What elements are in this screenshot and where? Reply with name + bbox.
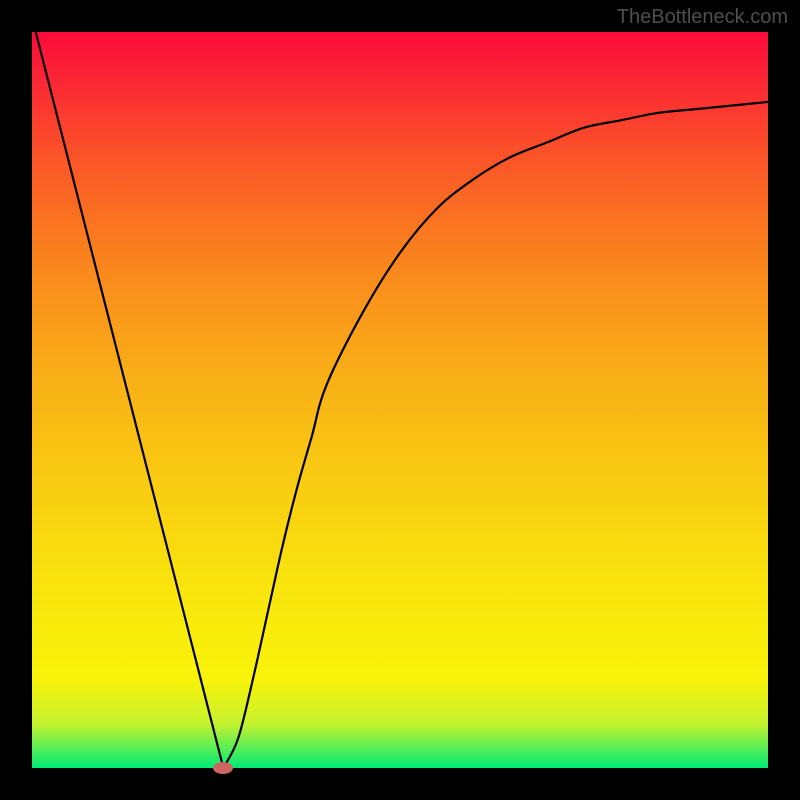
watermark-text: TheBottleneck.com — [617, 6, 788, 29]
chart-plot-area — [32, 32, 768, 768]
bottleneck-curve — [32, 32, 768, 768]
minimum-marker — [213, 762, 233, 774]
